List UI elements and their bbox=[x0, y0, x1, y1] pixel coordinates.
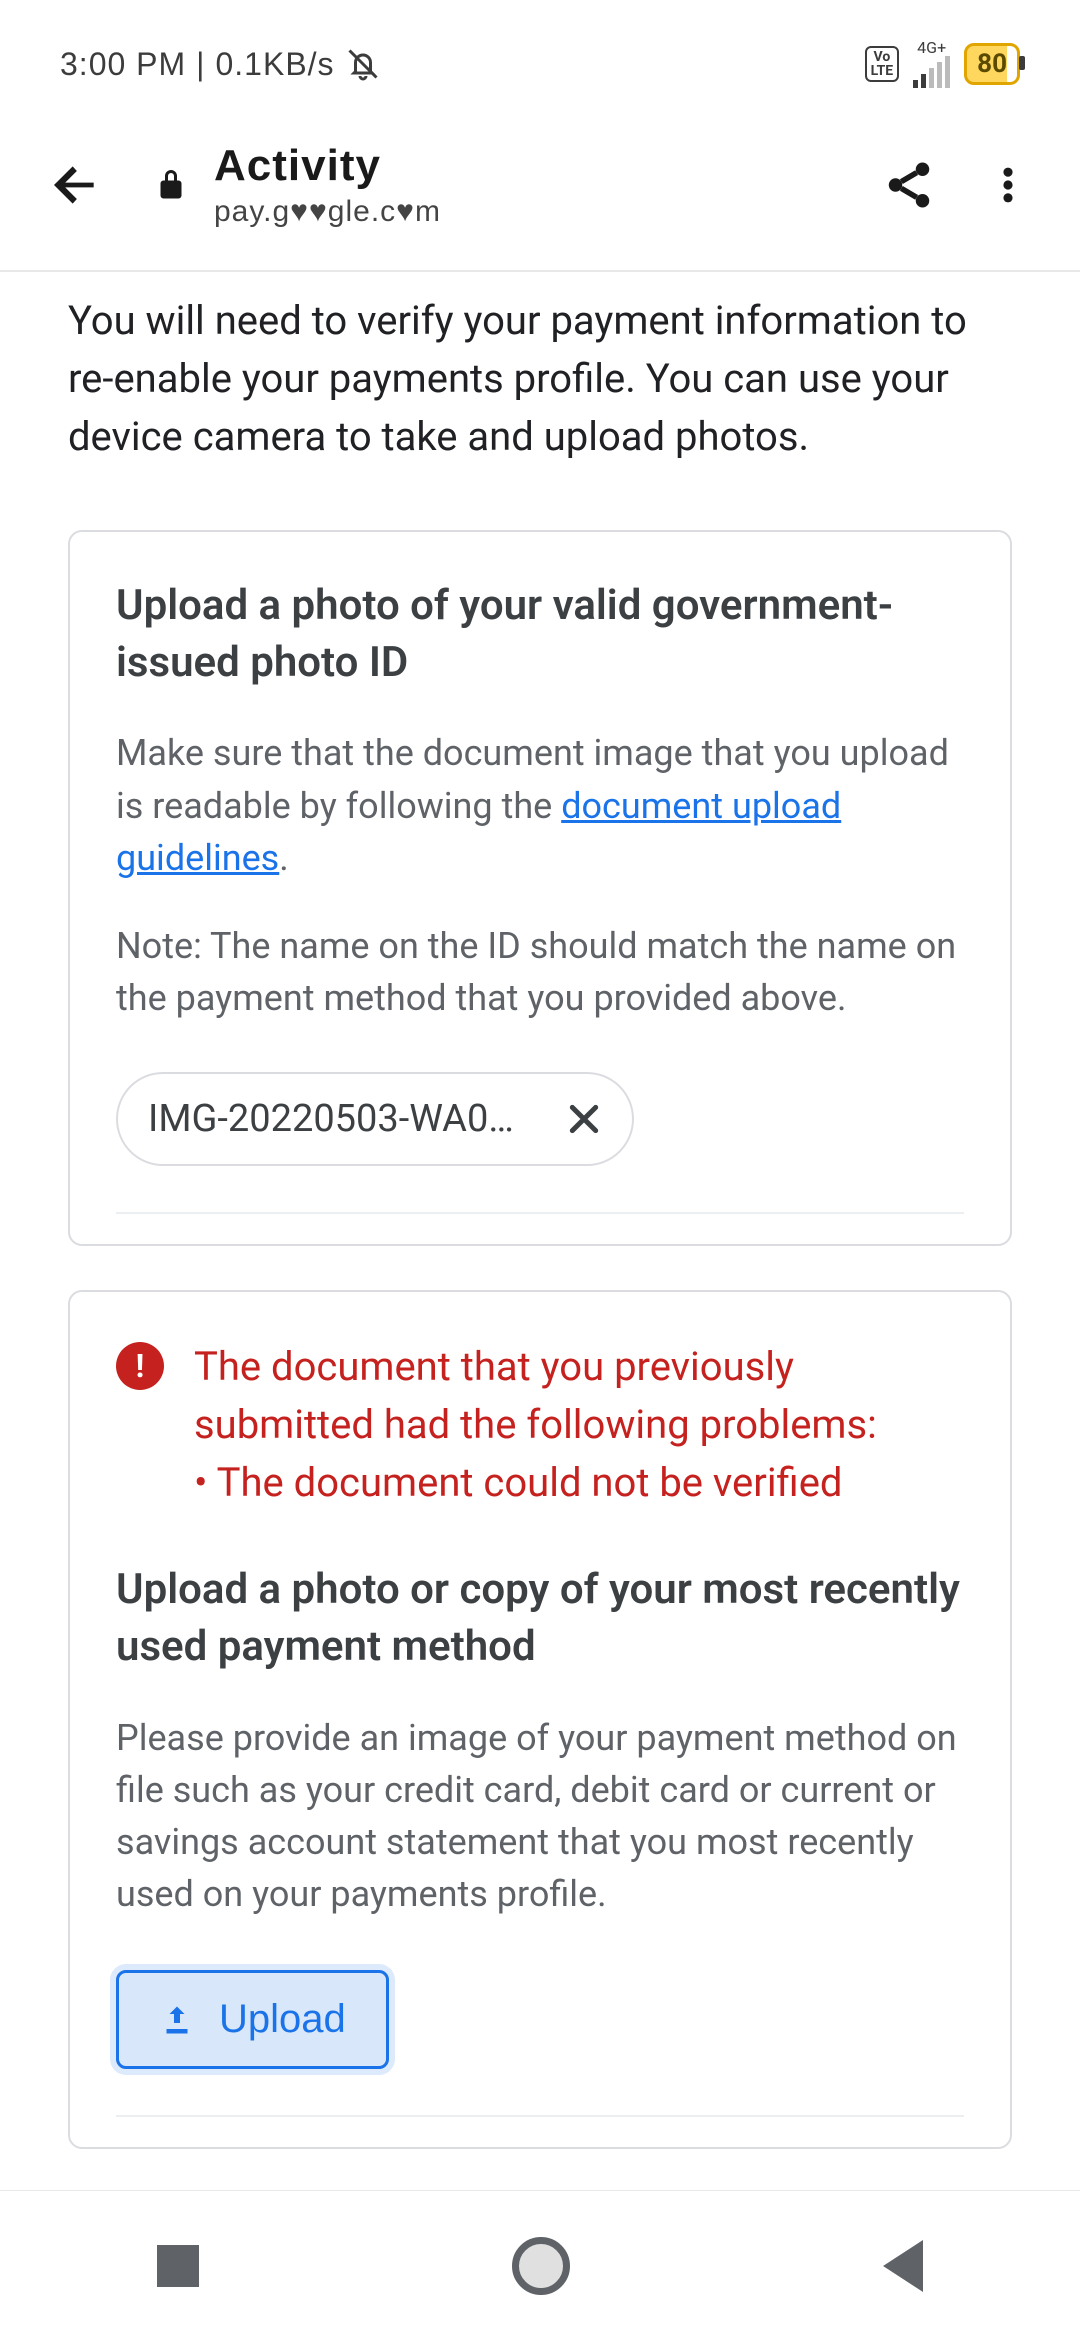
card-id-note: Note: The name on the ID should match th… bbox=[116, 920, 964, 1024]
title-block[interactable]: Activity pay.g♥♥gle.c♥m bbox=[214, 141, 882, 229]
battery-indicator: 80 bbox=[964, 43, 1020, 85]
more-menu-button[interactable] bbox=[986, 158, 1030, 212]
dnd-bell-icon bbox=[345, 46, 381, 82]
card-payment-upload: ! The document that you previously submi… bbox=[68, 1290, 1012, 2149]
card-id-upload: Upload a photo of your valid government-… bbox=[68, 530, 1012, 1246]
sep: | bbox=[196, 46, 205, 83]
home-button[interactable] bbox=[512, 2237, 570, 2295]
net-speed: 0.1KB/s bbox=[215, 46, 334, 83]
share-button[interactable] bbox=[882, 158, 936, 212]
uploaded-file-chip[interactable]: IMG-20220503-WA00… bbox=[116, 1072, 634, 1166]
intro-text: You will need to verify your payment inf… bbox=[68, 292, 1012, 466]
uploaded-file-name: IMG-20220503-WA00… bbox=[148, 1097, 528, 1141]
back-button[interactable] bbox=[40, 157, 110, 213]
upload-button-label: Upload bbox=[219, 1997, 346, 2042]
card-pm-divider bbox=[116, 2115, 964, 2117]
clock: 3:00 PM bbox=[60, 46, 186, 83]
status-left: 3:00 PM | 0.1KB/s bbox=[60, 46, 381, 83]
card-pm-heading: Upload a photo or copy of your most rece… bbox=[116, 1562, 964, 1675]
error-lead: The document that you previously submitt… bbox=[194, 1343, 877, 1448]
upload-icon bbox=[159, 2002, 195, 2038]
recents-button[interactable] bbox=[157, 2245, 199, 2287]
page-title: Activity bbox=[214, 141, 882, 191]
card-id-divider bbox=[116, 1212, 964, 1214]
browser-app-bar: Activity pay.g♥♥gle.c♥m bbox=[0, 110, 1080, 270]
error-bullet: The document could not be verified bbox=[194, 1459, 842, 1506]
system-nav-bar bbox=[0, 2190, 1080, 2340]
status-bar: 3:00 PM | 0.1KB/s VoLTE 4G+ 80 bbox=[0, 0, 1080, 110]
signal-icon bbox=[913, 56, 950, 88]
volte-icon: VoLTE bbox=[865, 46, 900, 82]
network-indicator: 4G+ bbox=[913, 40, 950, 88]
upload-button[interactable]: Upload bbox=[116, 1970, 389, 2069]
card-id-desc-post: . bbox=[279, 837, 289, 879]
error-icon: ! bbox=[116, 1342, 164, 1390]
lock-icon bbox=[146, 167, 196, 203]
status-right: VoLTE 4G+ 80 bbox=[865, 40, 1020, 88]
card-id-desc: Make sure that the document image that y… bbox=[116, 727, 964, 884]
card-id-heading: Upload a photo of your valid government-… bbox=[116, 578, 964, 691]
error-text: The document that you previously submitt… bbox=[194, 1338, 964, 1512]
back-system-button[interactable] bbox=[883, 2240, 923, 2292]
card-pm-desc: Please provide an image of your payment … bbox=[116, 1712, 964, 1921]
remove-file-button[interactable] bbox=[564, 1099, 604, 1139]
page-content: You will need to verify your payment inf… bbox=[0, 272, 1080, 2277]
battery-pct: 80 bbox=[977, 49, 1007, 79]
net-type-label: 4G+ bbox=[917, 40, 946, 56]
page-url: pay.g♥♥gle.c♥m bbox=[214, 195, 882, 229]
error-alert: ! The document that you previously submi… bbox=[116, 1338, 964, 1512]
